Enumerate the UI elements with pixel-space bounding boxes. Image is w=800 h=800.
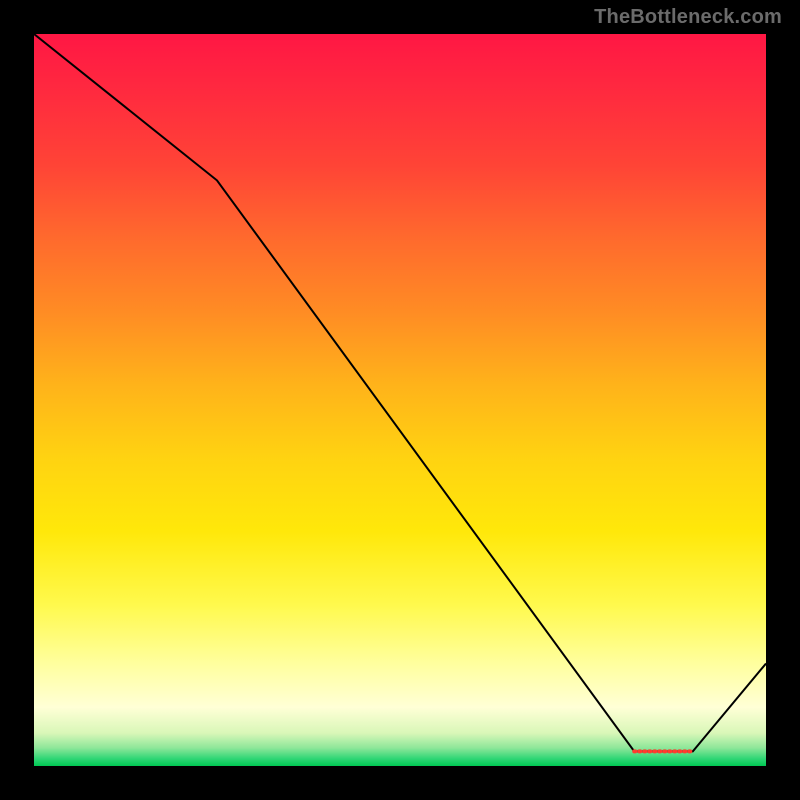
watermark-text: TheBottleneck.com: [594, 6, 782, 29]
plot-frame: [30, 30, 770, 770]
plot-svg: [34, 34, 766, 766]
chart-container: TheBottleneck.com: [0, 0, 800, 800]
gradient-background: [34, 34, 766, 766]
